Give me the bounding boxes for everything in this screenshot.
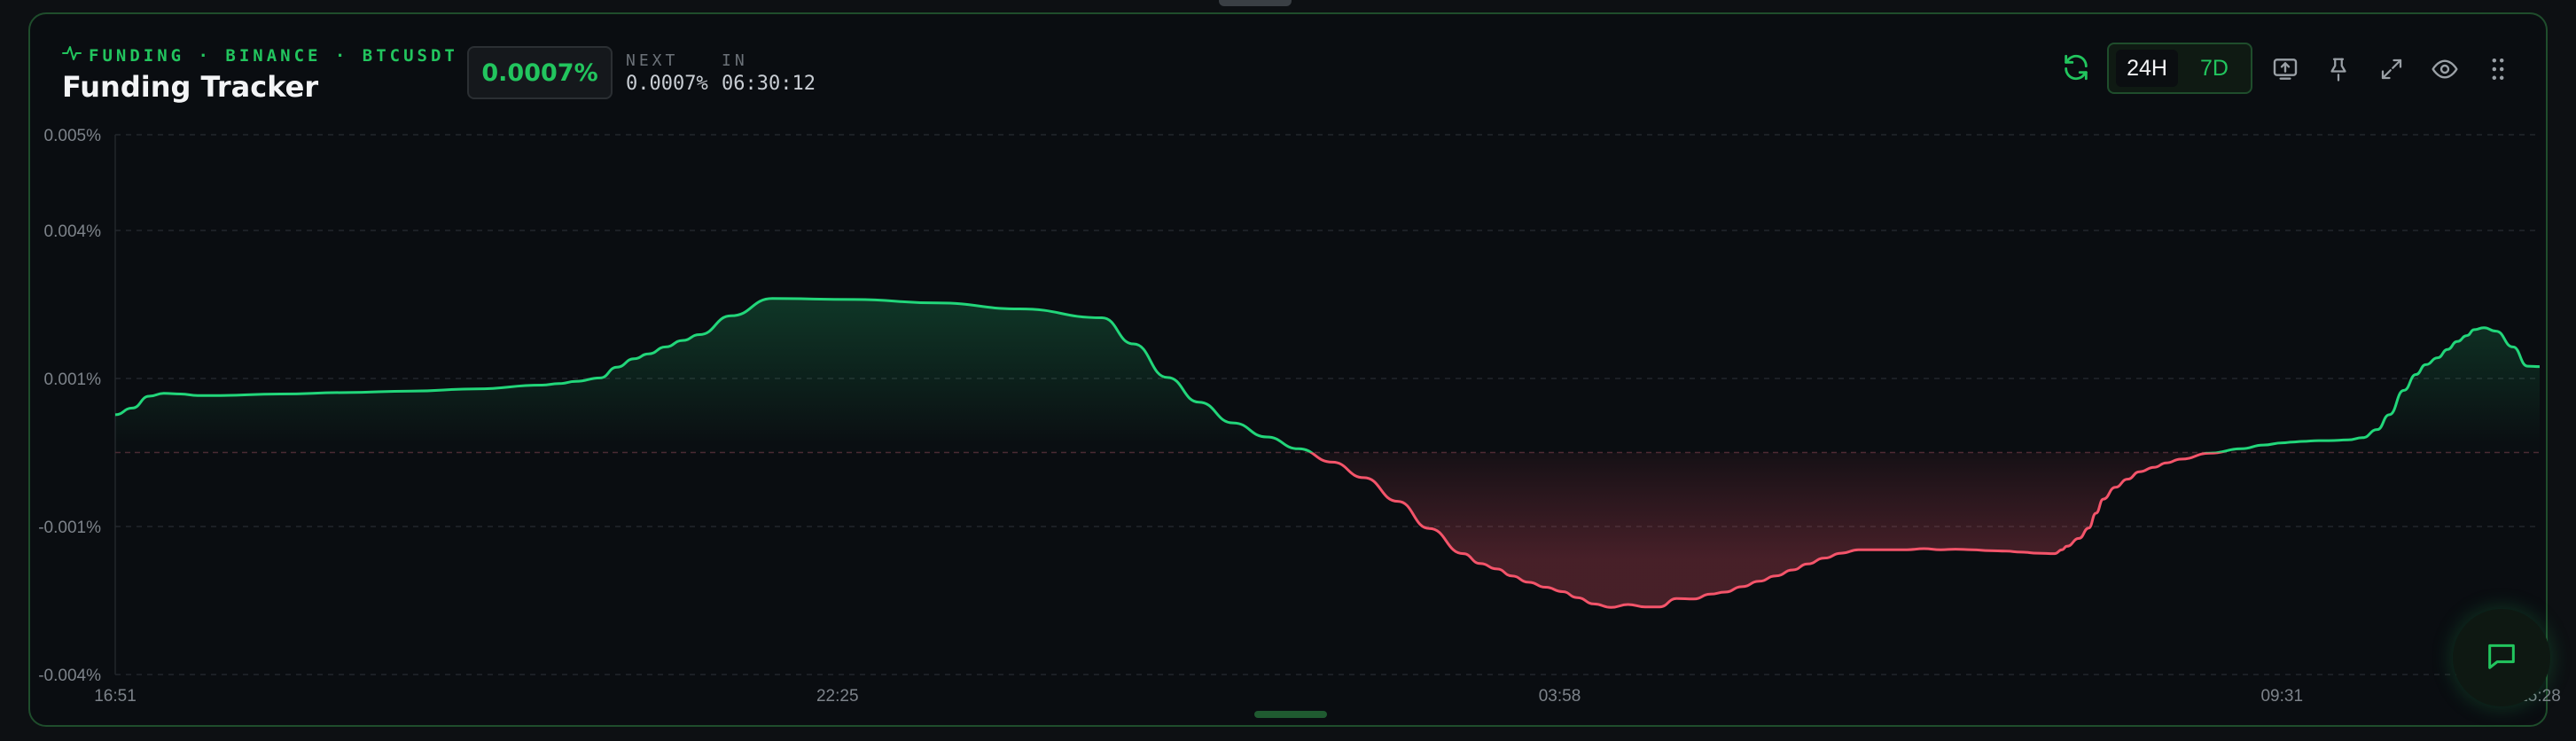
funding-chart: 0.005% 0.004% 0.001% -0.001% -0.004% 16:51 22:… — [38, 127, 2561, 706]
y-tick-label: 0.001% — [44, 370, 102, 389]
x-tick-label: 22:25 — [816, 687, 859, 706]
x-tick-label: 16:51 — [94, 687, 137, 706]
chat-icon — [2484, 638, 2519, 678]
chat-button[interactable] — [2453, 609, 2550, 706]
y-tick-label: 0.005% — [44, 127, 102, 145]
y-tick-label: 0.004% — [44, 222, 102, 241]
y-tick-label: -0.004% — [38, 667, 101, 685]
x-tick-label: 03:58 — [1539, 687, 1581, 706]
x-tick-label: 09:31 — [2260, 687, 2303, 706]
bottom-drag-handle[interactable] — [1254, 711, 1327, 718]
y-tick-label: -0.001% — [38, 519, 101, 537]
